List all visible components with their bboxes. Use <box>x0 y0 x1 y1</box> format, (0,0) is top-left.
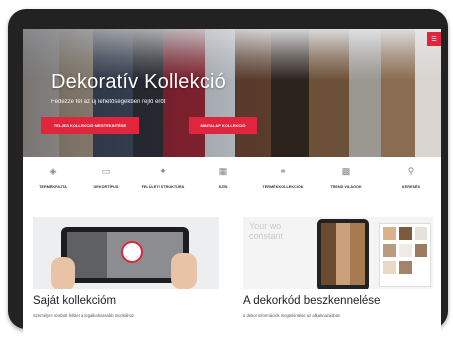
category-nav: ◈ TERMÉKFAJTA ▭ DEKORTÍPUS ✦ FELÜLETI ST… <box>23 157 441 210</box>
menu-button[interactable]: ☰ <box>427 32 441 46</box>
nav-item-product-collections[interactable]: ⚭ TERMÉKKOLLEKCIÓK <box>253 165 313 189</box>
product-type-icon: ◈ <box>49 166 57 176</box>
nav-item-surface-structure[interactable]: ✦ FELÜLETI STRUKTÚRA <box>133 165 193 189</box>
my-collection-image <box>33 217 219 289</box>
nav-item-decor-type[interactable]: ▭ DEKORTÍPUS <box>76 165 136 189</box>
hero-banner: Dekoratív Kollekció Fedezze fel az új le… <box>23 29 441 157</box>
nav-item-trend-worlds[interactable]: ▩ TREND VILÁGOK <box>316 165 376 189</box>
full-collection-button[interactable]: TELJES KOLLEKCIÓ MEGTEKINTÉSE <box>41 117 139 134</box>
scan-code-title[interactable]: A dekorkód beszkennelése <box>243 295 380 307</box>
hero-subtitle: Fedezze fel az új lehetőségekben rejlő e… <box>51 99 166 105</box>
feature-cards: Saját kollekcióm Személyre szabott felül… <box>23 209 441 337</box>
nav-item-color[interactable]: ▦ SZÍN <box>193 165 253 189</box>
nav-item-product-type[interactable]: ◈ TERMÉKFAJTA <box>23 165 83 189</box>
trend-worlds-icon: ▩ <box>341 166 351 176</box>
tablet-screen: Dekoratív Kollekció Fedezze fel az új le… <box>23 29 441 337</box>
hero-title: Dekoratív Kollekció <box>51 71 226 93</box>
my-collection-title[interactable]: Saját kollekcióm <box>33 295 116 307</box>
color-icon: ▦ <box>218 166 228 176</box>
scan-code-image: Your wo constant <box>243 217 433 289</box>
nav-item-search[interactable]: ⚲ KERESÉS <box>381 165 441 189</box>
product-collections-icon: ⚭ <box>279 166 287 176</box>
decor-type-icon: ▭ <box>101 166 111 176</box>
search-icon: ⚲ <box>407 166 415 176</box>
sample-collection-button[interactable]: MINTALAP KOLLEKCIÓ <box>189 117 257 134</box>
scan-code-description: a dekor információk megtekintése az alka… <box>243 313 341 318</box>
surface-structure-icon: ✦ <box>159 166 167 176</box>
my-collection-description: Személyre szabott felület a legalkalmasa… <box>33 313 135 318</box>
menu-icon: ☰ <box>431 36 437 43</box>
